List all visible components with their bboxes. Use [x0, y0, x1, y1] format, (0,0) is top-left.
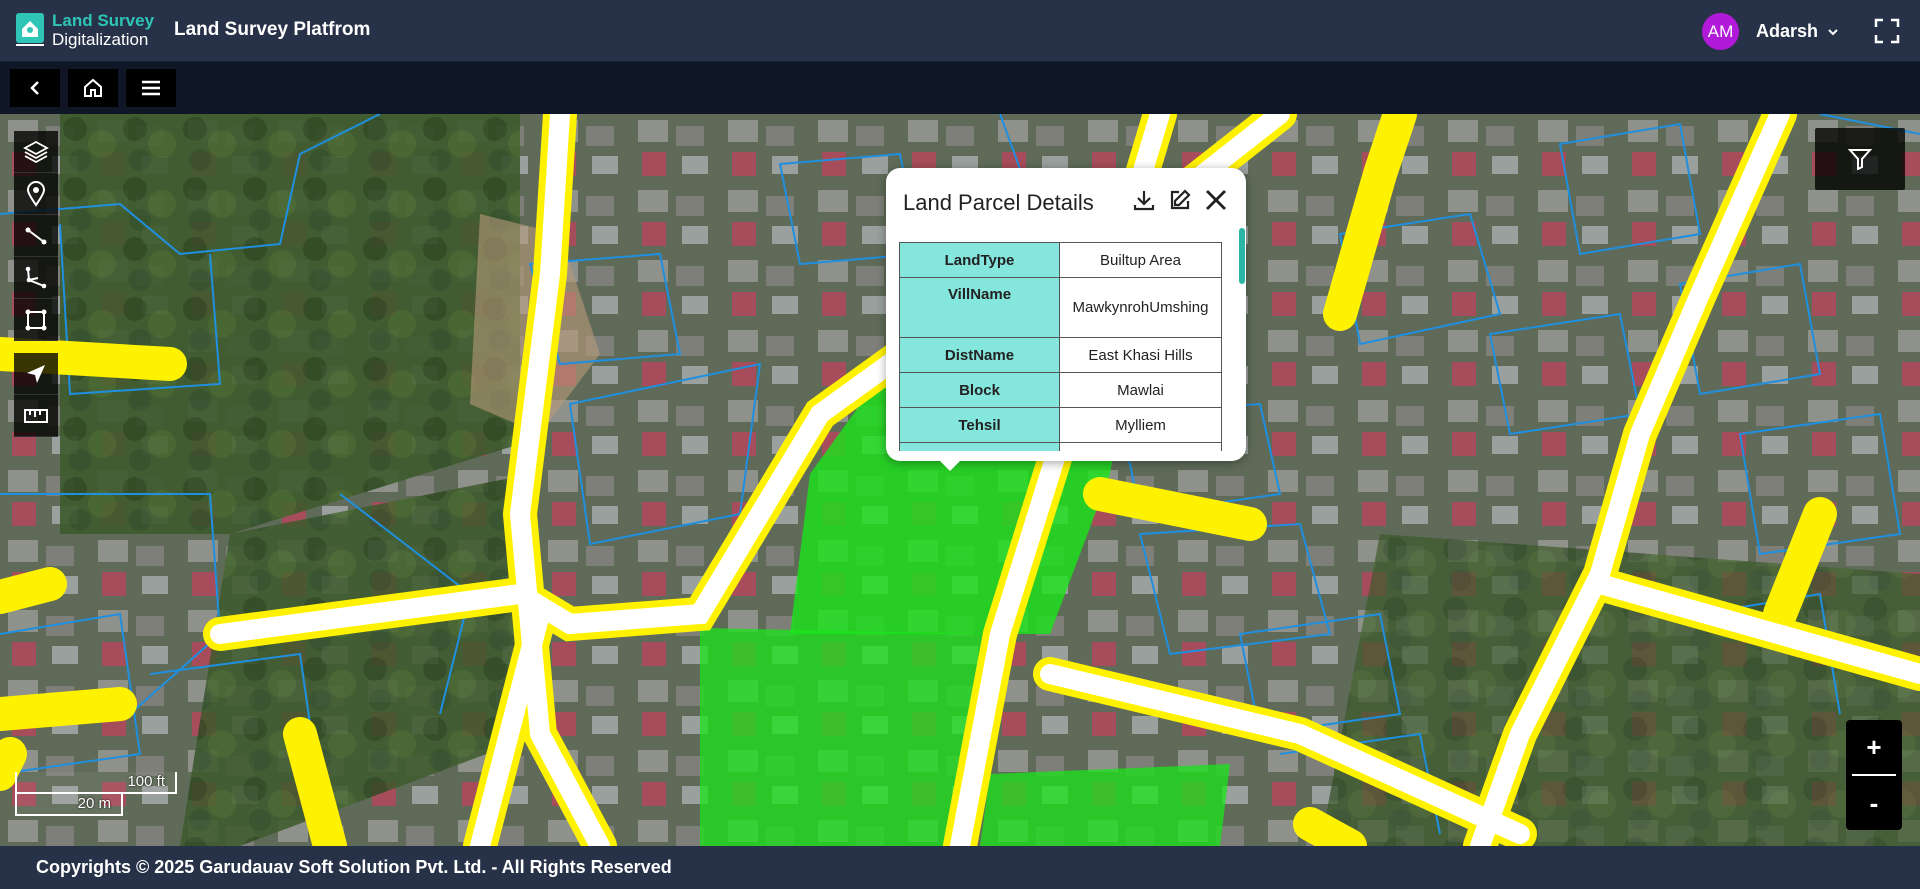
logo-subtitle: Digitalization	[52, 30, 149, 49]
locate-button[interactable]	[14, 353, 58, 395]
table-row	[899, 442, 1222, 451]
close-icon	[1206, 190, 1226, 210]
polyline-tool[interactable]	[14, 257, 58, 299]
chevron-down-icon[interactable]	[1828, 27, 1838, 37]
fullscreen-icon[interactable]	[1874, 18, 1900, 44]
polygon-tool[interactable]	[14, 299, 58, 341]
download-button[interactable]	[1130, 186, 1158, 214]
page-title: Land Survey Platfrom	[174, 19, 371, 40]
zoom-out-button[interactable]: -	[1846, 776, 1902, 830]
locate-icon	[27, 364, 45, 383]
parcel-details-scroll[interactable]: LandType Builtup Area VillName Mawkynroh…	[899, 242, 1224, 451]
measure-button[interactable]	[14, 395, 58, 437]
marker-icon	[26, 180, 46, 207]
toolbar	[0, 62, 1920, 114]
row-key: Tehsil	[899, 407, 1060, 443]
table-row: Block Mawlai	[899, 372, 1222, 408]
zoom-in-button[interactable]: +	[1846, 720, 1902, 774]
table-row: VillName MawkynrohUmshing	[899, 277, 1222, 338]
filter-icon	[1848, 149, 1872, 170]
popup-scrollbar[interactable]	[1239, 228, 1245, 284]
edit-icon	[1170, 189, 1191, 210]
popup-title: Land Parcel Details	[903, 190, 1094, 215]
map-scale: 100 ft 20 m	[15, 772, 177, 816]
home-icon	[84, 78, 102, 97]
zoom-control: + -	[1846, 720, 1902, 830]
row-value: Mylliem	[1059, 407, 1222, 443]
layers-icon	[23, 140, 49, 163]
row-value: East Khasi Hills	[1059, 337, 1222, 373]
row-key: Block	[899, 372, 1060, 408]
map-draw-tools	[14, 131, 58, 437]
line-tool[interactable]	[14, 215, 58, 257]
parcel-details-table: LandType Builtup Area VillName Mawkynroh…	[899, 242, 1222, 451]
line-icon	[25, 227, 47, 244]
polyline-icon	[25, 266, 47, 288]
row-key: DistName	[899, 337, 1060, 373]
row-value	[1059, 442, 1222, 451]
menu-icon	[142, 80, 160, 96]
logo-icon	[16, 13, 44, 46]
scale-metric: 20 m	[15, 794, 123, 816]
user-menu[interactable]: AM Adarsh	[1701, 13, 1838, 50]
scale-imperial: 100 ft	[15, 772, 177, 794]
land-parcel-popup: Land Parcel Details LandType Builtup Are…	[886, 168, 1246, 471]
table-row: Tehsil Mylliem	[899, 407, 1222, 443]
row-value: Builtup Area	[1059, 242, 1222, 278]
row-value: MawkynrohUmshing	[1059, 277, 1222, 338]
edit-button[interactable]	[1166, 186, 1194, 214]
marker-tool[interactable]	[14, 173, 58, 215]
home-button[interactable]	[68, 69, 118, 107]
row-key: VillName	[899, 277, 1060, 338]
row-key	[899, 442, 1060, 451]
user-name[interactable]: Adarsh	[1756, 21, 1818, 42]
app-header: Land Survey Digitalization Land Survey P…	[0, 0, 1920, 62]
menu-button[interactable]	[126, 69, 176, 107]
logo-title: Land Survey	[52, 11, 155, 30]
polygon-icon	[25, 309, 47, 330]
layers-button[interactable]	[14, 131, 58, 173]
footer-copyright: Copyrights © 2025 Garudauav Soft Solutio…	[0, 846, 1920, 889]
row-key: LandType	[899, 242, 1060, 278]
close-button[interactable]	[1202, 186, 1230, 214]
ruler-icon	[24, 408, 48, 423]
app-logo[interactable]: Land Survey Digitalization	[16, 11, 154, 49]
filter-button[interactable]	[1815, 128, 1905, 190]
table-row: DistName East Khasi Hills	[899, 337, 1222, 373]
avatar[interactable]: AM	[1701, 13, 1739, 50]
back-icon	[30, 81, 39, 95]
table-row: LandType Builtup Area	[899, 242, 1222, 278]
download-icon	[1133, 191, 1155, 211]
back-button[interactable]	[10, 69, 60, 107]
row-value: Mawlai	[1059, 372, 1222, 408]
